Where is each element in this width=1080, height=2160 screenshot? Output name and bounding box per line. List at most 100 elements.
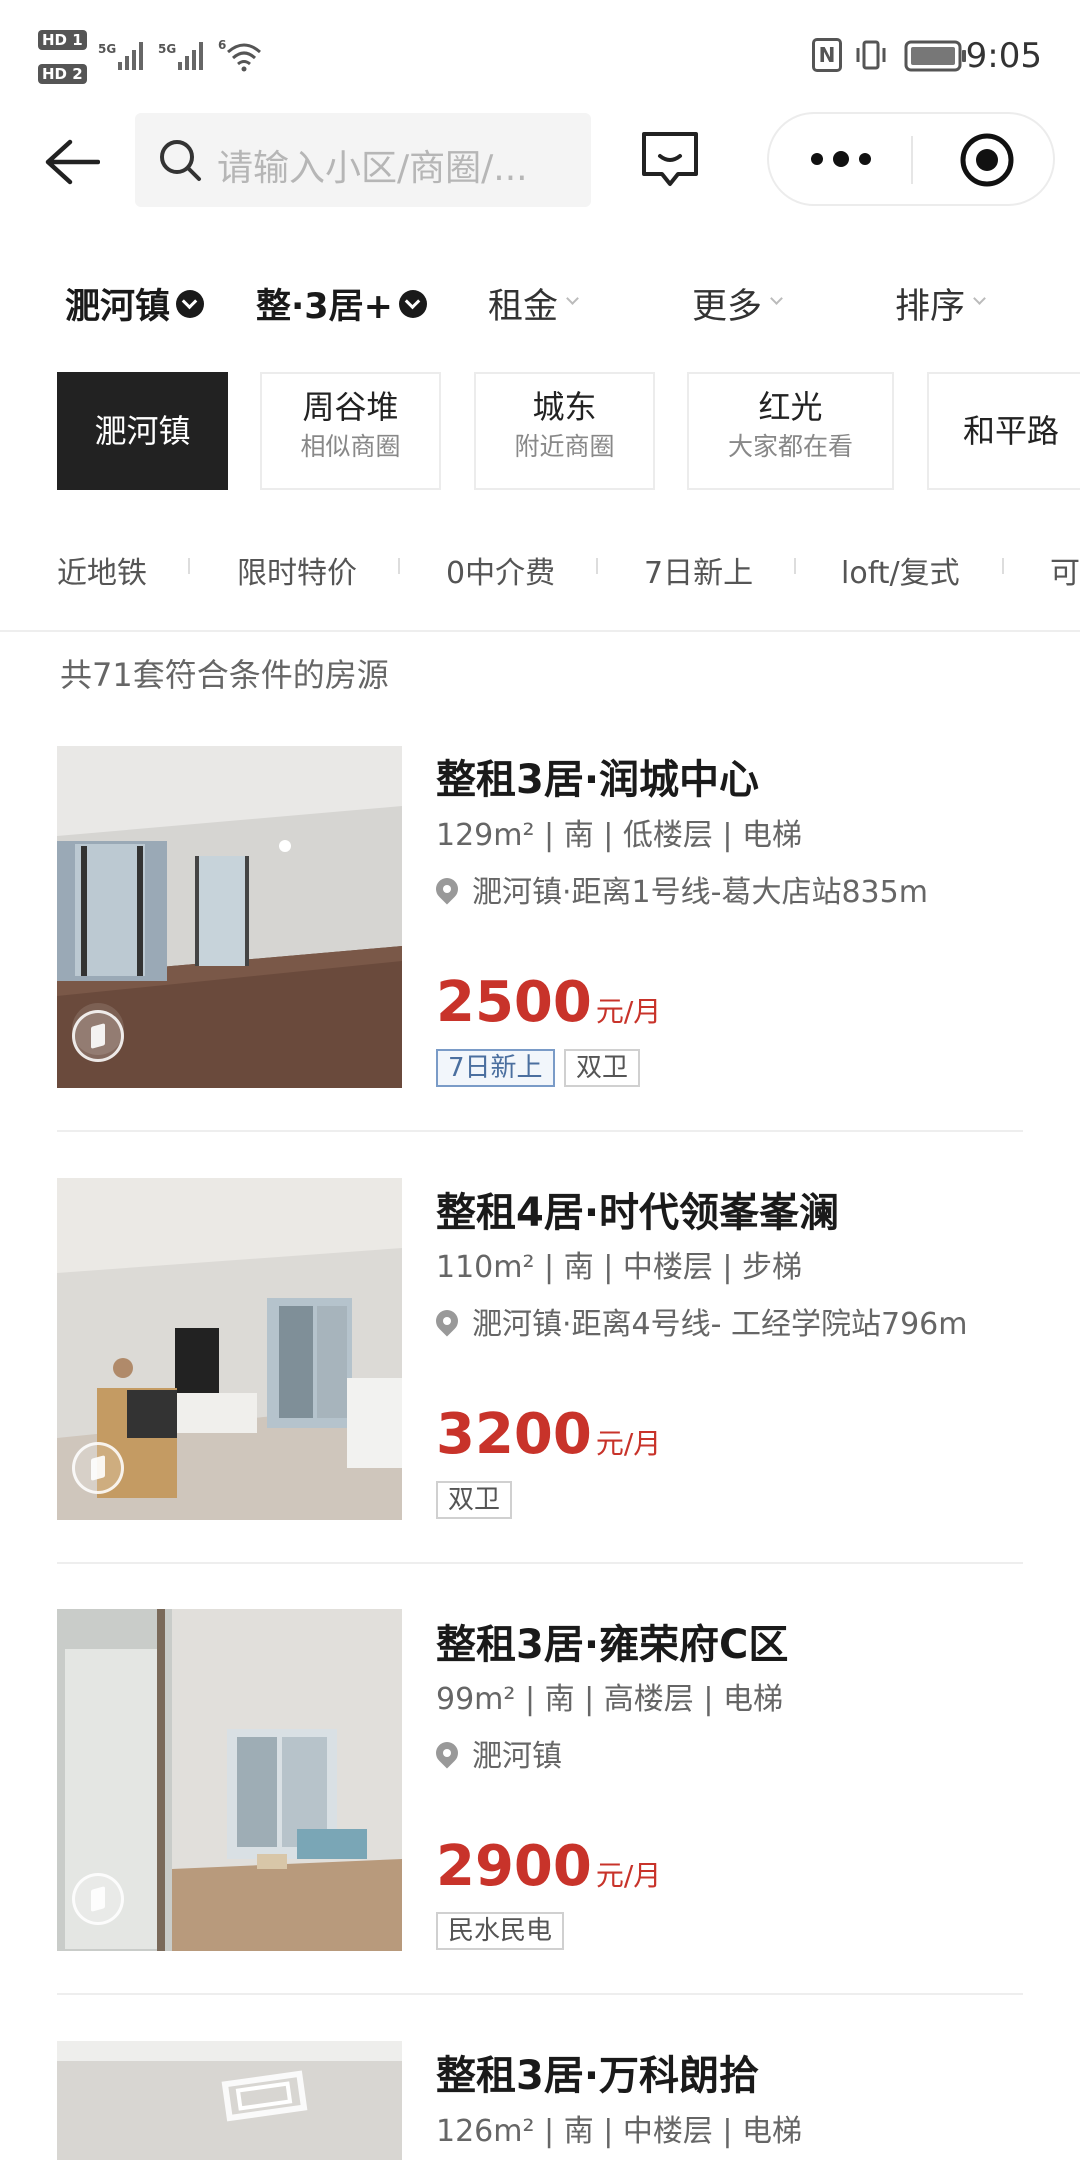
area-chip-title: 和平路: [963, 412, 1060, 450]
location-pin-icon: [431, 1737, 463, 1769]
badge-feature: 民水民电: [436, 1912, 565, 1950]
back-arrow-icon[interactable]: [44, 138, 100, 186]
price-unit: 元/月: [595, 1859, 662, 1892]
listing-meta: 129m² | 南 | 低楼层 | 电梯: [436, 818, 803, 853]
nfc-icon: N: [812, 38, 842, 72]
area-chip-title: 城东: [532, 388, 597, 426]
listing-photo[interactable]: [57, 2041, 402, 2160]
more-icon[interactable]: [809, 144, 873, 174]
capsule-divider: [911, 136, 913, 184]
price-unit: 元/月: [595, 995, 662, 1028]
close-miniprogram-icon[interactable]: [959, 132, 1015, 188]
area-chip-subtitle: 大家都在看: [727, 432, 853, 461]
check-circle-icon: [176, 289, 205, 318]
tag-loft[interactable]: loft/复式: [841, 548, 960, 592]
tag-separator: [794, 558, 796, 574]
filter-rent-label: 租金: [488, 287, 559, 327]
listing-price: 3200 元/月: [436, 1402, 661, 1467]
badge-feature: 双卫: [564, 1049, 641, 1087]
listing-location-text: 淝河镇: [472, 1739, 562, 1774]
listing-divider: [57, 1993, 1023, 1995]
listing-meta: 126m² | 南 | 中楼层 | 电梯: [436, 2114, 803, 2149]
area-chip-title: 红光: [758, 388, 823, 426]
section-divider: [0, 630, 1080, 632]
video-play-icon: [72, 1873, 124, 1925]
tag-near-subway[interactable]: 近地铁: [57, 548, 147, 592]
listing-photo[interactable]: [57, 1609, 402, 1951]
hd1-indicator: HD 1: [38, 30, 87, 50]
price-value: 2900: [436, 1834, 592, 1899]
area-chip-subtitle: 附近商圈: [514, 432, 615, 461]
battery-icon: [904, 40, 966, 72]
listing-photo[interactable]: [57, 746, 402, 1088]
video-play-icon: [72, 1442, 124, 1494]
filter-sort-label: 排序: [895, 287, 966, 327]
listing-location: 淝河镇: [431, 1731, 562, 1775]
wifi-icon: [227, 43, 261, 72]
tag-separator: [596, 558, 598, 574]
listing-title[interactable]: 整租4居·时代领峯峯澜: [436, 1180, 839, 1238]
filter-layout-label: 整·3居+: [256, 287, 393, 327]
network-type-2: 5G: [158, 42, 177, 56]
result-count: 共71套符合条件的房源: [60, 656, 389, 694]
search-placeholder: 请输入小区/商圈/...: [217, 148, 528, 189]
message-icon[interactable]: [640, 130, 700, 190]
listing-title[interactable]: 整租3居·润城中心: [436, 747, 759, 805]
area-chip-zhougudui[interactable]: 周谷堆 相似商圈: [260, 372, 441, 490]
room-photo-ceiling: [57, 2041, 402, 2160]
listing-location-text: 淝河镇·距离1号线-葛大店站835m: [472, 875, 928, 910]
filter-rent[interactable]: 租金: [488, 278, 579, 329]
listing-title[interactable]: 整租3居·雍荣府C区: [436, 1612, 788, 1670]
listing-location-text: 淝河镇·距离4号线- 工经学院站796m: [472, 1307, 968, 1342]
filter-more[interactable]: 更多: [692, 278, 783, 329]
check-circle-icon: [398, 289, 427, 318]
location-pin-icon: [431, 873, 463, 905]
tag-special-price[interactable]: 限时特价: [237, 548, 357, 592]
chevron-down-icon: [770, 292, 783, 305]
tag-more-partial[interactable]: 可: [1050, 548, 1080, 592]
signal-icon-2: [178, 42, 203, 70]
listing-price: 2900 元/月: [436, 1834, 661, 1899]
listing-badges: 双卫: [436, 1481, 836, 1519]
chevron-down-icon: [973, 292, 986, 305]
area-chip-feihe[interactable]: 淝河镇: [57, 372, 228, 490]
area-chip-hongguang[interactable]: 红光 大家都在看: [687, 372, 894, 490]
clock: 9:05: [965, 36, 1042, 76]
listing-meta: 110m² | 南 | 中楼层 | 步梯: [436, 1250, 803, 1285]
location-pin-icon: [431, 1305, 463, 1337]
listing-location: 淝河镇·距离4号线- 工经学院站796m: [431, 1299, 968, 1343]
area-chip-title: 淝河镇: [94, 412, 191, 450]
tag-no-agent-fee[interactable]: 0中介费: [446, 548, 555, 592]
video-play-icon: [72, 1010, 124, 1062]
badge-feature: 双卫: [436, 1481, 513, 1519]
vibrate-icon: [856, 40, 886, 70]
network-type-1: 5G: [98, 42, 117, 56]
tag-separator: [1002, 558, 1004, 574]
listing-badges: 民水民电: [436, 1912, 836, 1950]
listing-divider: [57, 1562, 1023, 1564]
miniprogram-capsule: [767, 112, 1055, 206]
filter-sort[interactable]: 排序: [895, 278, 986, 329]
price-value: 3200: [436, 1402, 592, 1467]
search-input[interactable]: 请输入小区/商圈/...: [135, 113, 591, 207]
listing-photo[interactable]: [57, 1178, 402, 1520]
filter-area-label: 淝河镇: [65, 287, 171, 327]
chevron-down-icon: [566, 292, 579, 305]
price-unit: 元/月: [595, 1427, 662, 1460]
signal-icon-1: [118, 42, 143, 70]
tag-separator: [398, 558, 400, 574]
area-chip-chengdong[interactable]: 城东 附近商圈: [474, 372, 655, 490]
badge-new: 7日新上: [436, 1049, 555, 1087]
listing-badges: 7日新上 双卫: [436, 1049, 836, 1087]
area-chip-hepinglu[interactable]: 和平路: [927, 372, 1080, 490]
status-bar: HD 1 HD 2 5G 5G 6 N 9:05: [0, 0, 1080, 110]
filter-area[interactable]: 淝河镇: [65, 278, 205, 329]
listing-title[interactable]: 整租3居·万科朗拾: [436, 2043, 759, 2101]
search-icon: [160, 140, 201, 181]
filter-layout[interactable]: 整·3居+: [256, 278, 427, 329]
tag-new-7days[interactable]: 7日新上: [644, 548, 753, 592]
area-chip-title: 周谷堆: [302, 388, 399, 426]
listing-divider: [57, 1130, 1023, 1132]
area-chip-subtitle: 相似商圈: [300, 432, 401, 461]
filter-more-label: 更多: [692, 287, 763, 327]
